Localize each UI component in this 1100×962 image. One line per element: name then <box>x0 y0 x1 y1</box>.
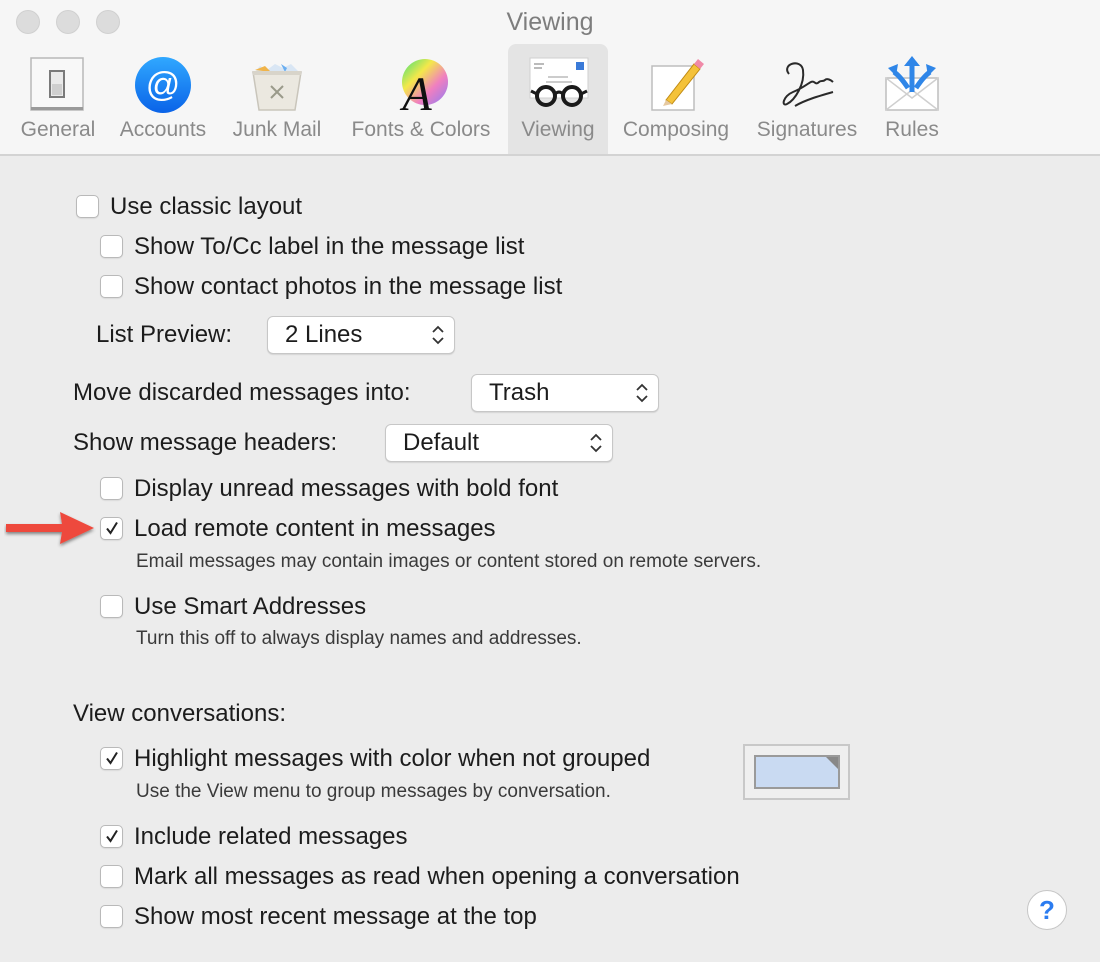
updown-chevron-icon <box>432 325 444 345</box>
window-titlebar: Viewing General @ Accounts Junk Mail A F… <box>0 0 1100 156</box>
view-conversations-heading: View conversations: <box>73 700 286 727</box>
tab-general[interactable]: General <box>12 44 104 154</box>
rules-envelope-icon <box>880 52 944 116</box>
general-switch-icon <box>26 52 90 116</box>
move-discarded-select[interactable]: Trash <box>471 374 659 412</box>
most-recent-top-label: Show most recent message at the top <box>134 903 537 930</box>
pencil-paper-icon <box>644 52 708 116</box>
updown-chevron-icon <box>636 383 648 403</box>
highlight-color-checkbox[interactable] <box>100 747 123 770</box>
show-contact-photos-label: Show contact photos in the message list <box>134 273 563 300</box>
message-headers-select[interactable]: Default <box>385 424 613 462</box>
tab-label: Accounts <box>119 118 207 141</box>
signature-icon <box>775 52 839 116</box>
bold-unread-checkbox[interactable] <box>100 477 123 500</box>
move-discarded-value: Trash <box>489 379 550 406</box>
list-preview-select[interactable]: 2 Lines <box>267 316 455 354</box>
mark-all-read-checkbox[interactable] <box>100 865 123 888</box>
at-sign-icon: @ <box>131 52 195 116</box>
tab-label: Viewing <box>521 118 595 141</box>
highlight-color-well[interactable] <box>743 744 850 800</box>
tab-label: Signatures <box>756 118 858 141</box>
color-well-corner-icon <box>826 757 838 769</box>
list-preview-label: List Preview: <box>96 321 233 348</box>
tab-label: Fonts & Colors <box>351 118 491 141</box>
most-recent-top-checkbox[interactable] <box>100 905 123 928</box>
show-tocc-label: Show To/Cc label in the message list <box>134 233 525 260</box>
mark-all-read-label: Mark all messages as read when opening a… <box>134 863 740 890</box>
move-discarded-label: Move discarded messages into: <box>73 379 411 406</box>
tab-accounts[interactable]: @ Accounts <box>112 44 214 154</box>
highlight-color-hint: Use the View menu to group messages by c… <box>136 781 611 802</box>
highlight-color-swatch <box>754 755 840 789</box>
message-headers-label: Show message headers: <box>73 429 338 456</box>
tab-fonts-colors[interactable]: A Fonts & Colors <box>340 44 502 154</box>
bold-unread-label: Display unread messages with bold font <box>134 475 559 502</box>
checkmark-icon <box>106 751 118 765</box>
tab-viewing[interactable]: Viewing <box>508 44 608 154</box>
tab-rules[interactable]: Rules <box>872 44 952 154</box>
smart-addresses-checkbox[interactable] <box>100 595 123 618</box>
updown-chevron-icon <box>590 433 602 453</box>
tab-composing[interactable]: Composing <box>614 44 738 154</box>
tab-label: Junk Mail <box>232 118 322 141</box>
glasses-icon <box>526 52 590 116</box>
remote-content-hint: Email messages may contain images or con… <box>136 551 762 572</box>
tab-label: Composing <box>622 118 730 141</box>
list-preview-value: 2 Lines <box>285 321 363 348</box>
tab-junk-mail[interactable]: Junk Mail <box>222 44 332 154</box>
svg-text:@: @ <box>146 66 181 104</box>
smart-addresses-label: Use Smart Addresses <box>134 593 367 620</box>
window-title: Viewing <box>506 8 594 36</box>
highlight-color-label: Highlight messages with color when not g… <box>134 745 651 772</box>
font-color-wheel-icon: A <box>389 52 453 121</box>
tab-label: General <box>20 118 96 141</box>
checkmark-icon <box>106 829 118 843</box>
smart-addresses-hint: Turn this off to always display names an… <box>136 628 582 649</box>
include-related-checkbox[interactable] <box>100 825 123 848</box>
checkmark-icon <box>106 521 118 535</box>
classic-layout-checkbox[interactable] <box>76 195 99 218</box>
show-tocc-checkbox[interactable] <box>100 235 123 258</box>
svg-text:A: A <box>399 68 432 116</box>
annotation-arrow-icon <box>6 512 94 544</box>
remote-content-label: Load remote content in messages <box>134 515 496 542</box>
help-button[interactable]: ? <box>1027 890 1067 930</box>
show-contact-photos-checkbox[interactable] <box>100 275 123 298</box>
junk-basket-icon <box>245 52 309 116</box>
classic-layout-label: Use classic layout <box>110 193 303 220</box>
message-headers-value: Default <box>403 429 480 456</box>
include-related-label: Include related messages <box>134 823 408 850</box>
tab-label: Rules <box>885 118 939 141</box>
tab-signatures[interactable]: Signatures <box>746 44 868 154</box>
remote-content-checkbox[interactable] <box>100 517 123 540</box>
